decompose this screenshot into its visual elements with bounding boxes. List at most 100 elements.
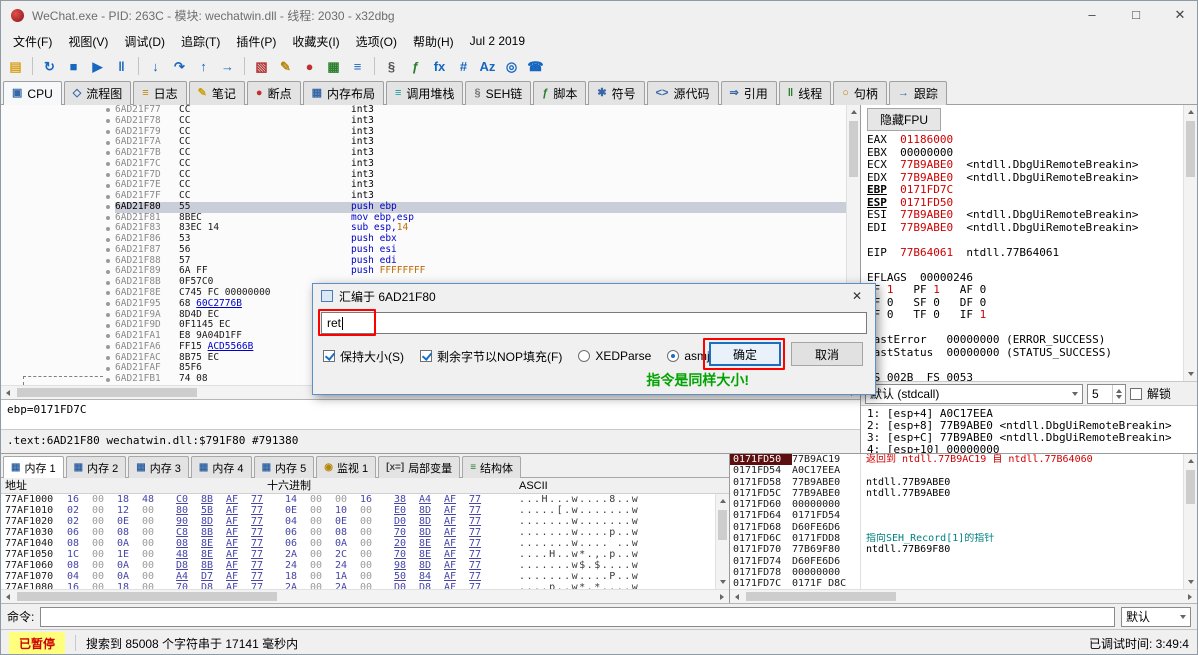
step-into-button[interactable]: ↓ bbox=[145, 56, 166, 77]
stack-row[interactable]: 0171FD74D60FE6D6 bbox=[730, 556, 1183, 567]
hash-button[interactable]: # bbox=[453, 56, 474, 77]
dump-row[interactable]: 77AF106008000A00D88BAF7724002400988DAF77… bbox=[1, 560, 715, 571]
dump-row[interactable]: 77AF101002001200805BAF770E001000E08DAF77… bbox=[1, 505, 715, 516]
dialog-close-icon[interactable]: ✕ bbox=[847, 289, 867, 303]
menu-item-8[interactable]: Jul 2 2019 bbox=[462, 31, 533, 51]
tab-source[interactable]: <>源代码 bbox=[647, 81, 719, 105]
register-line[interactable]: EDI 77B9ABE0 <ntdll.DbgUiRemoteBreakin> bbox=[867, 222, 1183, 235]
dump-row[interactable]: 77AF104008000A00088EAF7706000A00208EAF77… bbox=[1, 538, 715, 549]
checkbox-checked-icon[interactable] bbox=[420, 350, 432, 362]
menu-item-5[interactable]: 收藏夹(I) bbox=[284, 30, 347, 53]
scroll-left-icon[interactable] bbox=[6, 594, 10, 600]
register-line[interactable]: CF 0 TF 0 IF 1 bbox=[867, 309, 1183, 322]
tab-call-stack[interactable]: ≡调用堆栈 bbox=[386, 81, 463, 105]
menu-item-3[interactable]: 追踪(T) bbox=[173, 30, 228, 53]
tab-dump4[interactable]: ▦内存 4 bbox=[191, 456, 252, 478]
scroll-up-icon[interactable] bbox=[851, 110, 857, 114]
stack-row[interactable]: 0171FD7800000000 bbox=[730, 567, 1183, 578]
dump-vertical-scrollbar[interactable] bbox=[715, 494, 729, 589]
tab-memory-map[interactable]: ▦内存布局 bbox=[303, 81, 384, 105]
script-button[interactable]: ƒ bbox=[405, 56, 426, 77]
comment-button[interactable]: ✎ bbox=[275, 56, 296, 77]
scroll-right-icon[interactable] bbox=[720, 594, 724, 600]
tab-locals[interactable]: [x=]局部变量 bbox=[378, 456, 460, 478]
menu-item-7[interactable]: 帮助(H) bbox=[405, 30, 462, 53]
tab-cpu[interactable]: ▣CPU bbox=[3, 81, 62, 105]
tab-dump1[interactable]: ▦内存 1 bbox=[3, 456, 64, 478]
tab-dump5[interactable]: ▦内存 5 bbox=[254, 456, 315, 478]
dump-row[interactable]: 77AF102002000E00908DAF7704000E00D08DAF77… bbox=[1, 516, 715, 527]
dump-row[interactable]: 77AF107004000A00A4D7AF7718001A005084AF77… bbox=[1, 571, 715, 582]
tab-watch1[interactable]: ◉监视 1 bbox=[316, 456, 376, 478]
breakpoint-button[interactable]: ● bbox=[299, 56, 320, 77]
keep-size-checkbox[interactable]: 保持大小(S) bbox=[323, 348, 404, 365]
scroll-up-icon[interactable] bbox=[720, 499, 726, 503]
scroll-left-icon[interactable] bbox=[6, 390, 10, 396]
tab-threads[interactable]: ‖线程 bbox=[779, 81, 832, 105]
menu-item-1[interactable]: 视图(V) bbox=[60, 30, 116, 53]
stack-row[interactable]: 0171FD68D60FE6D6 bbox=[730, 522, 1183, 533]
dump-horizontal-scrollbar[interactable] bbox=[1, 589, 729, 603]
scroll-thumb[interactable] bbox=[849, 121, 858, 177]
tab-dump2[interactable]: ▦内存 2 bbox=[66, 456, 127, 478]
step-over-button[interactable]: ↷ bbox=[169, 56, 190, 77]
tab-trace[interactable]: →跟踪 bbox=[889, 81, 947, 105]
menu-item-4[interactable]: 插件(P) bbox=[228, 30, 284, 53]
scroll-down-icon[interactable] bbox=[720, 580, 726, 584]
settings-button[interactable]: ◎ bbox=[501, 56, 522, 77]
scroll-right-icon[interactable] bbox=[1188, 594, 1192, 600]
tab-handles[interactable]: ○句柄 bbox=[833, 81, 887, 105]
unlock-checkbox[interactable] bbox=[1130, 388, 1142, 400]
calling-convention-select[interactable]: 默认 (stdcall) bbox=[865, 384, 1083, 404]
register-line[interactable]: GS 002B FS 0053 bbox=[867, 372, 1183, 382]
stack-row[interactable]: 0171FD7077B69F80ntdll.77B69F80 bbox=[730, 544, 1183, 555]
tab-log[interactable]: ≡日志 bbox=[133, 81, 186, 105]
scroll-thumb[interactable] bbox=[17, 388, 197, 397]
stack-row[interactable]: 0171FD5C77B9ABE0ntdll.77B9ABE0 bbox=[730, 488, 1183, 499]
assemble-instruction-input[interactable]: ret bbox=[321, 312, 867, 334]
stack-vertical-scrollbar[interactable] bbox=[1183, 454, 1197, 589]
fill-nop-checkbox[interactable]: 剩余字节以NOP填充(F) bbox=[420, 348, 562, 365]
argument-count-stepper[interactable]: 5 bbox=[1087, 384, 1126, 404]
cancel-button[interactable]: 取消 bbox=[791, 342, 863, 366]
dump-row[interactable]: 77AF100016001848C08BAF771400001638A4AF77… bbox=[1, 494, 715, 505]
stack-row[interactable]: 0171FD5077B9AC19返回到 ntdll.77B9AC19 自 ntd… bbox=[730, 454, 1183, 465]
scroll-thumb[interactable] bbox=[746, 592, 896, 601]
dump-row[interactable]: 77AF10501C001E00488EAF772A002C00708EAF77… bbox=[1, 549, 715, 560]
checkbox-checked-icon[interactable] bbox=[323, 350, 335, 362]
scroll-up-icon[interactable] bbox=[1188, 110, 1194, 114]
maximize-button[interactable]: □ bbox=[1129, 7, 1143, 23]
stepper-up-icon[interactable] bbox=[1116, 389, 1122, 393]
menu-item-2[interactable]: 调试(D) bbox=[116, 30, 173, 53]
patch-button[interactable]: ▧ bbox=[251, 56, 272, 77]
disasm-row[interactable]: 6AD21F78CCint3 bbox=[1, 116, 846, 127]
scroll-up-icon[interactable] bbox=[1188, 459, 1194, 463]
stack-row[interactable]: 0171FD5877B9ABE0ntdll.77B9ABE0 bbox=[730, 477, 1183, 488]
call-stack-button[interactable]: ≡ bbox=[347, 56, 368, 77]
titlebar[interactable]: WeChat.exe - PID: 263C - 模块: wechatwin.d… bbox=[1, 1, 1197, 29]
scroll-thumb[interactable] bbox=[1186, 470, 1195, 504]
stack-horizontal-scrollbar[interactable] bbox=[730, 589, 1197, 603]
xedparse-radio[interactable]: XEDParse bbox=[578, 349, 651, 363]
argument-line[interactable]: 4: [esp+10] 00000000 bbox=[867, 444, 1191, 453]
dump-row[interactable]: 77AF103006000800C88BAF7706000800708DAF77… bbox=[1, 527, 715, 538]
step-out-button[interactable]: ↑ bbox=[193, 56, 214, 77]
disasm-row[interactable]: 6AD21F7CCCint3 bbox=[1, 159, 846, 170]
stepper-down-icon[interactable] bbox=[1116, 395, 1122, 399]
stack-row[interactable]: 0171FD6C0171FDD8指向SEH_Record[1]的指针 bbox=[730, 533, 1183, 544]
tab-breakpoints[interactable]: ●断点 bbox=[247, 81, 301, 105]
close-button[interactable]: ✕ bbox=[1173, 7, 1187, 23]
restart-button[interactable]: ↻ bbox=[39, 56, 60, 77]
stack-row[interactable]: 0171FD640171FD54 bbox=[730, 510, 1183, 521]
tab-symbols[interactable]: ✱符号 bbox=[588, 81, 644, 105]
radio-icon[interactable] bbox=[578, 350, 590, 362]
fx-button[interactable]: fx bbox=[429, 56, 450, 77]
scroll-down-icon[interactable] bbox=[1188, 580, 1194, 584]
registers-scrollbar[interactable] bbox=[1183, 105, 1197, 381]
seh-chain-button[interactable]: § bbox=[381, 56, 402, 77]
stack-row[interactable]: 0171FD6000000000 bbox=[730, 499, 1183, 510]
scroll-down-icon[interactable] bbox=[1188, 372, 1194, 376]
scroll-left-icon[interactable] bbox=[735, 594, 739, 600]
tab-seh[interactable]: §SEH链 bbox=[465, 81, 531, 105]
hide-fpu-button[interactable]: 隐藏FPU bbox=[867, 108, 941, 131]
